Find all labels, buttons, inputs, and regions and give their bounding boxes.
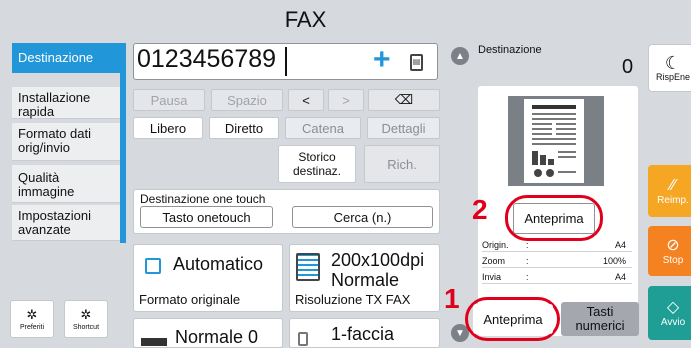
risoluzione-label: Risoluzione TX FAX — [295, 292, 411, 307]
densita-value: Normale 0 — [175, 327, 259, 347]
stop-button[interactable]: ⊘ Stop — [648, 226, 691, 276]
fronte-value: 1-faccia — [331, 324, 395, 344]
resolution-icon — [296, 253, 320, 281]
reset-icon: ⁄⁄ — [670, 176, 676, 194]
callout-2: 2 — [472, 194, 488, 225]
info-zoom-row: Zoom : 100% — [482, 256, 632, 268]
star-gear-icon: ✲ — [26, 306, 38, 322]
destination-count: 0 — [622, 56, 634, 78]
pausa-button[interactable]: Pausa — [133, 89, 205, 111]
tab-destinazione[interactable]: Destinazione — [12, 43, 124, 73]
chevron-up-icon: ▲ — [455, 50, 465, 62]
tab-impostazioni-avanzate[interactable]: Impostazioni avanzate — [12, 205, 124, 241]
risoluzione-value-1: 200x100dpi — [331, 250, 425, 270]
formato-label: Formato originale — [139, 292, 241, 307]
formato-value: Automatico — [173, 254, 264, 274]
stop-icon: ⊘ — [666, 236, 680, 254]
dettagli-button[interactable]: Dettagli — [367, 117, 440, 139]
libero-button[interactable]: Libero — [133, 117, 203, 139]
info-origin-row: Origin. : A4 — [482, 240, 632, 252]
avvio-button[interactable]: ◇ Avvio — [648, 286, 691, 340]
tab-strip — [120, 43, 126, 243]
anteprima-button-bottom[interactable]: Anteprima — [473, 304, 553, 334]
anteprima-button-top[interactable]: Anteprima — [513, 203, 595, 234]
destinazione-label: Destinazione — [478, 44, 542, 56]
backspace-button[interactable]: ⌫ — [368, 89, 440, 111]
destination-number-text: 0123456789 — [137, 45, 277, 73]
document-thumbnail — [524, 99, 584, 183]
callout-1: 1 — [444, 283, 460, 314]
onetouch-label: Destinazione one touch — [140, 192, 266, 206]
shortcut-button[interactable]: ✲ Shortcut — [64, 300, 108, 338]
moon-icon: ☾ — [664, 53, 682, 73]
catena-button[interactable]: Catena — [285, 117, 361, 139]
start-icon: ◇ — [666, 298, 680, 316]
tab-qualita-immagine[interactable]: Qualità immagine — [12, 165, 124, 203]
original-size-icon — [145, 258, 161, 274]
tab-installazione-rapida[interactable]: Installazione rapida — [12, 87, 124, 119]
cursor-right-button[interactable]: > — [328, 89, 364, 111]
reimposta-button[interactable]: ⁄⁄ Reimp. — [648, 165, 691, 217]
preferiti-button[interactable]: ✲ Preferiti — [10, 300, 54, 338]
screen-title: FAX — [284, 7, 327, 32]
storico-destinazioni-button[interactable]: Storico destinaz. — [278, 145, 356, 183]
tab-formato-dati[interactable]: Formato dati orig/invio — [12, 123, 124, 161]
diretto-button[interactable]: Diretto — [209, 117, 279, 139]
document-page-graphic — [532, 105, 576, 177]
tasto-onetouch-button[interactable]: Tasto onetouch — [140, 206, 273, 228]
address-book-icon[interactable]: ▤ — [410, 54, 423, 71]
text-cursor — [285, 47, 287, 76]
info-invia-row: Invia : A4 — [482, 272, 632, 284]
cursor-left-button[interactable]: < — [288, 89, 324, 111]
cerca-button[interactable]: Cerca (n.) — [292, 206, 433, 228]
spazio-button[interactable]: Spazio — [211, 89, 283, 111]
shortcut-gear-icon: ✲ — [80, 306, 92, 322]
risparmio-energia-button[interactable]: ☾ RispEne — [648, 44, 691, 92]
risoluzione-value-2: Normale — [331, 270, 400, 290]
add-destination-icon[interactable]: + — [373, 45, 391, 75]
chevron-down-icon: ▼ — [455, 327, 465, 339]
tasti-numerici-button[interactable]: Tasti numerici — [561, 302, 639, 336]
richiama-button[interactable]: Rich. — [364, 145, 440, 183]
density-icon — [141, 338, 167, 346]
scroll-up-button[interactable]: ▲ — [451, 47, 469, 65]
